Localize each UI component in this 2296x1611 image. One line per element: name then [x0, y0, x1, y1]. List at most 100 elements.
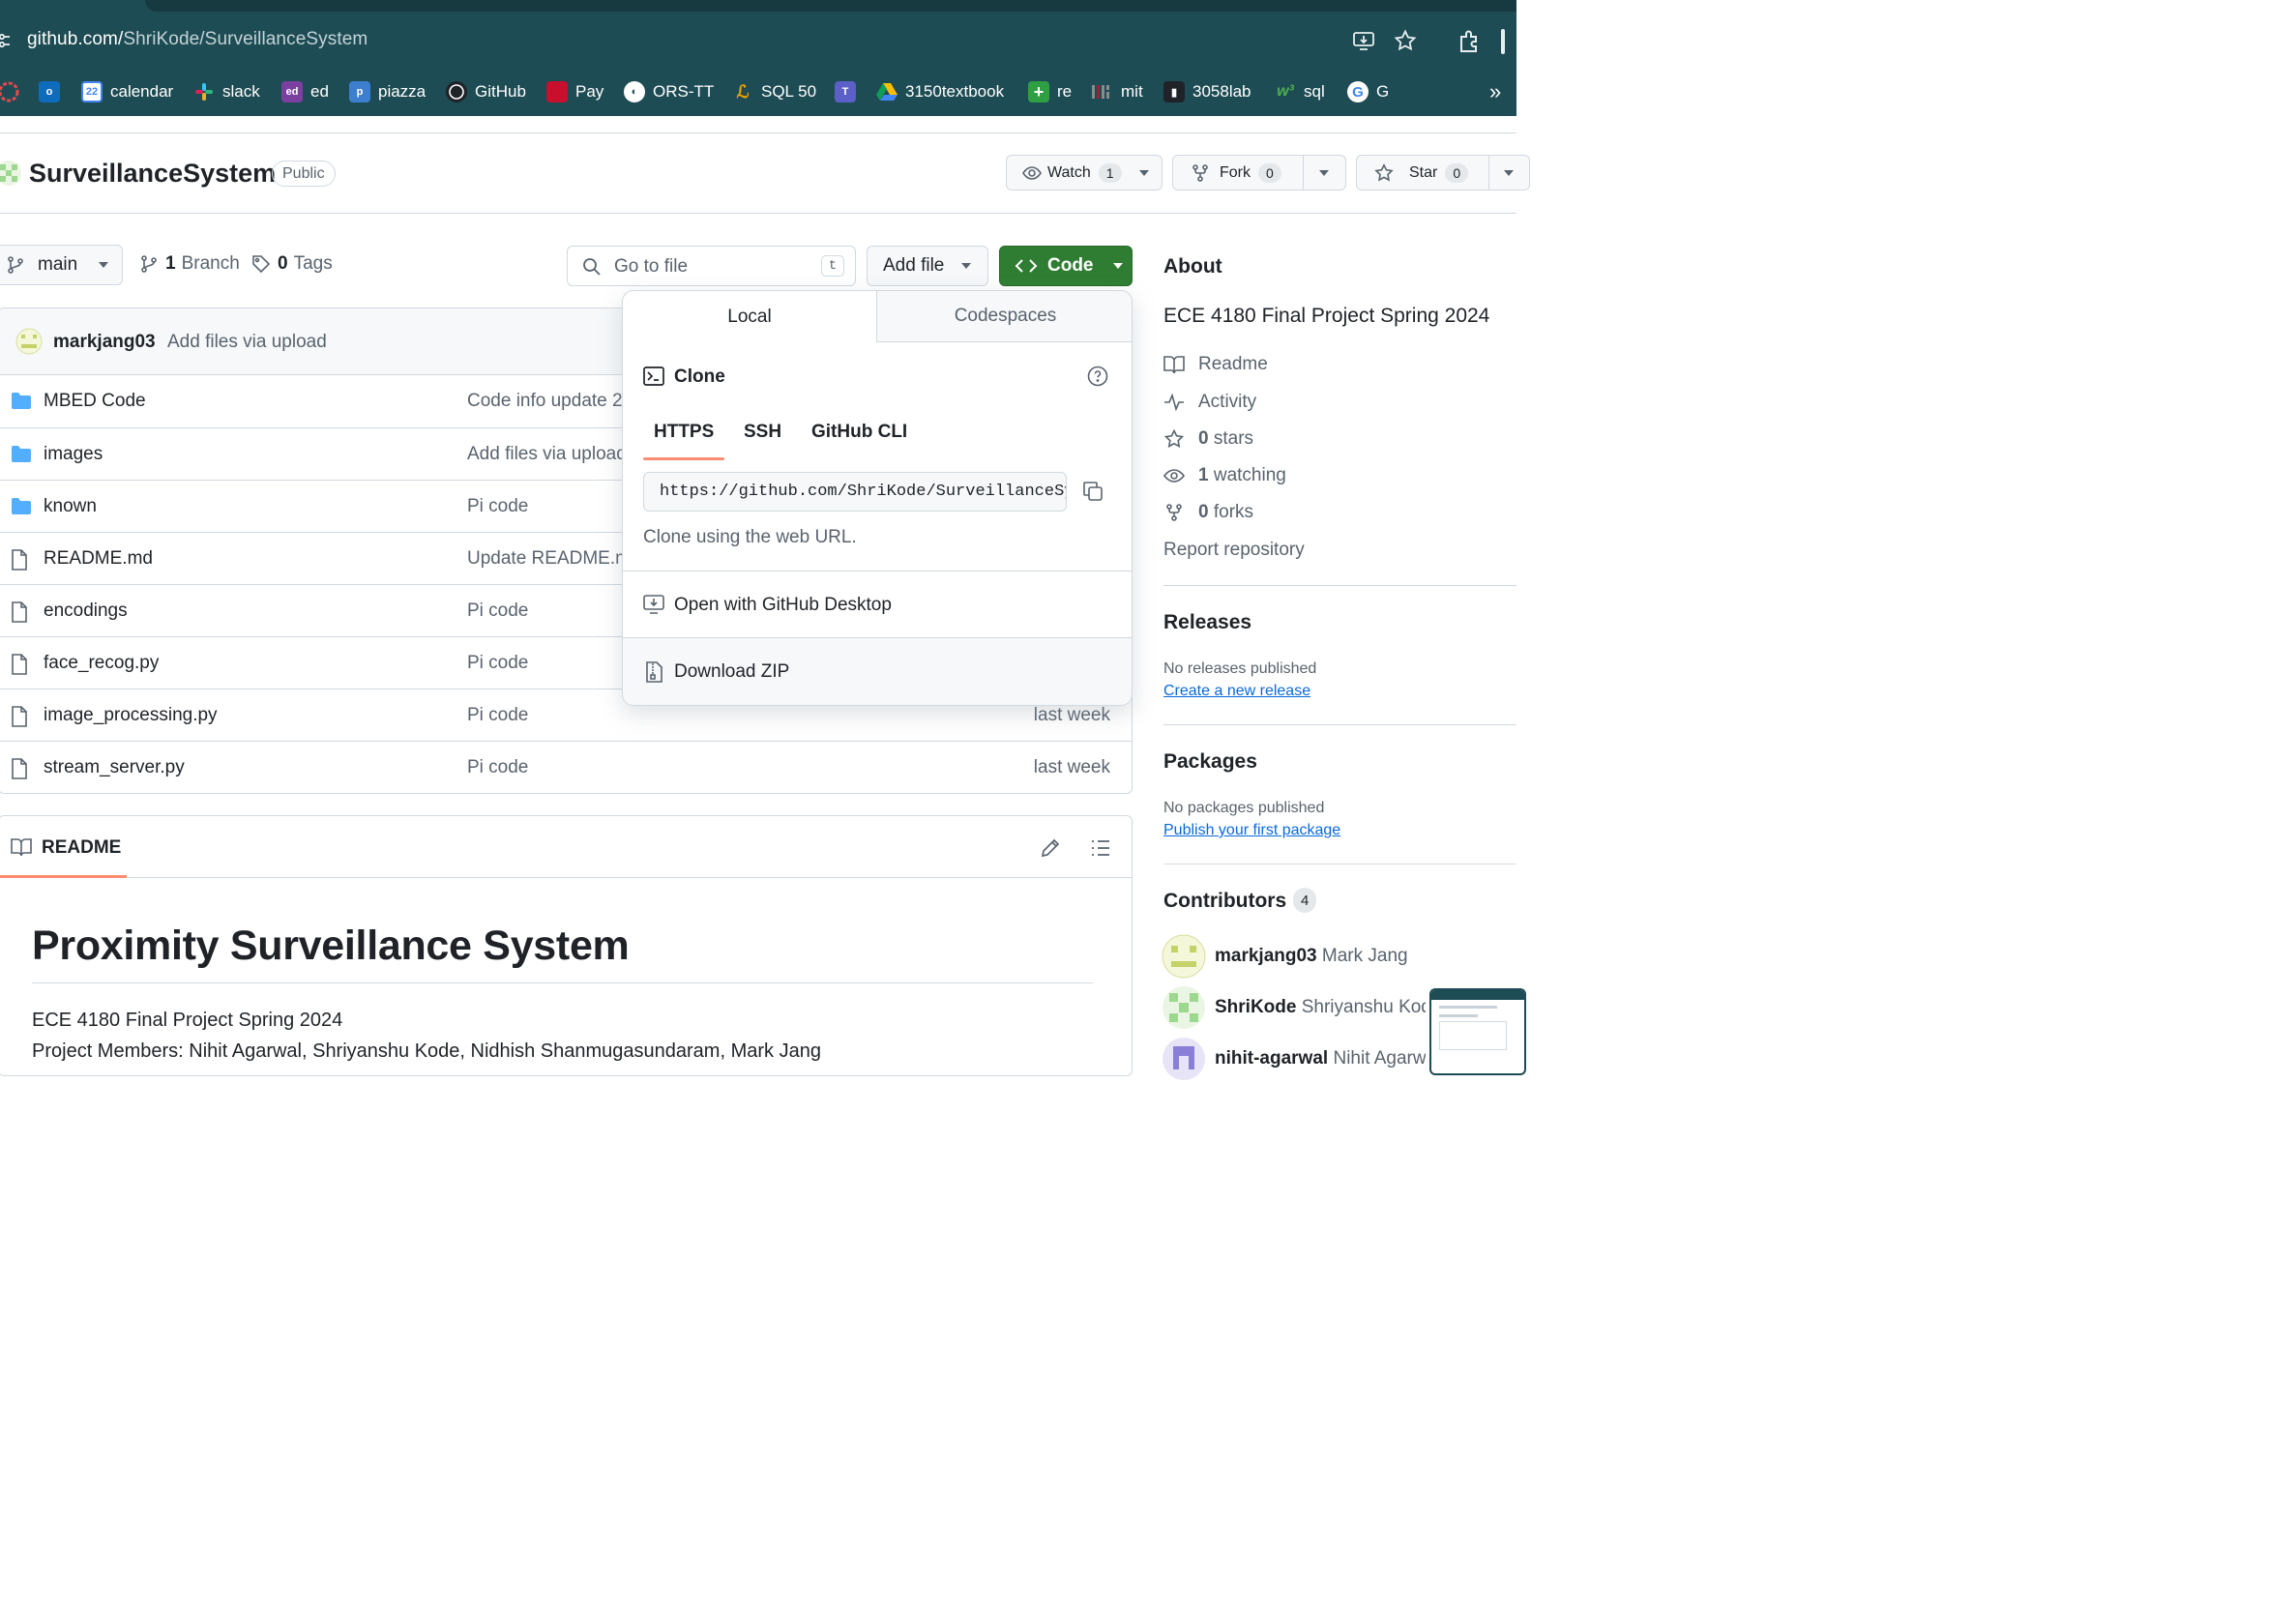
- eye-icon: [1163, 466, 1185, 485]
- contributor-item[interactable]: markjang03 Mark Jang: [1215, 946, 1408, 967]
- avatar[interactable]: [1162, 1037, 1206, 1081]
- commit-message[interactable]: Pi code: [467, 757, 528, 778]
- watching-link[interactable]: 1 watching: [1163, 465, 1286, 486]
- protocol-tab-https[interactable]: HTTPS: [654, 422, 714, 443]
- commit-author[interactable]: markjang03: [53, 332, 156, 353]
- commit-message[interactable]: Pi code: [467, 600, 528, 622]
- readme-link[interactable]: Readme: [1163, 354, 1268, 375]
- url-host: github.com/: [27, 29, 124, 49]
- file-name[interactable]: known: [44, 496, 97, 517]
- bookmark-star-icon[interactable]: [1394, 29, 1419, 54]
- code-button[interactable]: Code: [999, 246, 1133, 286]
- bookmark-3150textbook[interactable]: 3150textbook: [876, 81, 1004, 103]
- pencil-icon[interactable]: [1040, 837, 1061, 859]
- commit-message[interactable]: Update README.m: [467, 548, 631, 570]
- star-button[interactable]: Star 0: [1356, 155, 1530, 190]
- avatar[interactable]: [1162, 985, 1206, 1030]
- copy-icon[interactable]: [1082, 481, 1104, 502]
- bookmark-google[interactable]: G G: [1347, 81, 1389, 103]
- bookmark-outlook[interactable]: o: [39, 81, 60, 103]
- star-icon: [1374, 162, 1394, 183]
- clone-url-field[interactable]: https://github.com/ShriKode/Surveillance…: [643, 472, 1067, 512]
- download-zip-menu-item[interactable]: Download ZIP: [623, 638, 1132, 705]
- file-name[interactable]: MBED Code: [44, 391, 146, 412]
- report-repository-link[interactable]: Report repository: [1163, 540, 1305, 561]
- bookmark-ors-tt[interactable]: ◐ ORS-TT: [624, 81, 714, 103]
- forks-link[interactable]: 0 forks: [1163, 502, 1253, 523]
- star-count: 0: [1445, 162, 1469, 183]
- more-bookmarks-button[interactable]: »: [1489, 79, 1501, 103]
- activity-link[interactable]: Activity: [1163, 392, 1256, 413]
- commit-message[interactable]: Pi code: [467, 653, 528, 674]
- commit-message[interactable]: Pi code: [467, 705, 528, 726]
- bookmark-calendar[interactable]: 22 calendar: [81, 81, 173, 103]
- bookmark-mit[interactable]: mit: [1092, 81, 1143, 103]
- protocol-tab-ssh[interactable]: SSH: [744, 422, 781, 443]
- tab-local[interactable]: Local: [623, 291, 877, 342]
- commit-message[interactable]: Pi code: [467, 496, 528, 517]
- bookmark-ed[interactable]: ed ed: [281, 81, 329, 103]
- bookmark-sql[interactable]: w³ sql: [1275, 81, 1325, 103]
- site-info-icon[interactable]: [0, 31, 10, 50]
- commit-message[interactable]: Add files via upload: [467, 444, 627, 465]
- author-avatar[interactable]: [15, 328, 43, 355]
- branch-select-button[interactable]: main: [0, 245, 123, 285]
- file-name[interactable]: face_recog.py: [44, 653, 159, 674]
- repo-owner-avatar[interactable]: [0, 161, 21, 186]
- branches-count: 1: [165, 253, 176, 274]
- bookmark-github[interactable]: GitHub: [446, 81, 526, 103]
- tags-link[interactable]: 0 Tags: [251, 253, 333, 275]
- create-release-link[interactable]: Create a new release: [1163, 683, 1310, 700]
- fork-button[interactable]: Fork 0: [1172, 155, 1346, 190]
- add-file-button[interactable]: Add file: [867, 246, 988, 286]
- readme-line-2: Project Members: Nihit Agarwal, Shriyans…: [32, 1040, 821, 1062]
- extensions-icon[interactable]: [1457, 29, 1483, 54]
- protocol-tab-cli[interactable]: GitHub CLI: [811, 422, 907, 443]
- bookmark-sql50[interactable]: ℒ SQL 50: [732, 81, 817, 103]
- contributors-title[interactable]: Contributors: [1163, 890, 1286, 913]
- outline-list-icon[interactable]: [1090, 837, 1111, 859]
- publish-package-link[interactable]: Publish your first package: [1163, 822, 1340, 839]
- open-desktop-menu-item[interactable]: Open with GitHub Desktop: [623, 571, 1132, 637]
- watch-label: Watch: [1047, 163, 1091, 181]
- branches-link[interactable]: 1 Branch: [140, 253, 240, 275]
- address-bar[interactable]: github.com/ShriKode/SurveillanceSystem: [27, 29, 368, 50]
- releases-title[interactable]: Releases: [1163, 611, 1251, 634]
- commit-message[interactable]: Add files via upload: [167, 332, 327, 353]
- bookmark-pay[interactable]: Pay: [546, 81, 603, 103]
- thumbnail-line: [1439, 1006, 1497, 1009]
- bookmark-3058lab[interactable]: ▮ 3058lab: [1163, 81, 1251, 103]
- help-icon[interactable]: [1087, 366, 1108, 387]
- file-name[interactable]: README.md: [44, 548, 153, 570]
- watch-button[interactable]: Watch 1: [1006, 155, 1163, 190]
- repo-name[interactable]: SurveillanceSystem: [29, 159, 276, 189]
- contributor-login: markjang03: [1215, 946, 1317, 966]
- open-desktop-label: Open with GitHub Desktop: [674, 595, 892, 615]
- commit-message[interactable]: Code info update 2: [467, 391, 623, 412]
- tab-codespaces[interactable]: Codespaces: [877, 291, 1132, 342]
- go-to-file-input[interactable]: Go to file t: [567, 246, 856, 286]
- active-tab-underline: [0, 875, 127, 878]
- contributor-item[interactable]: nihit-agarwal Nihit Agarw: [1215, 1048, 1426, 1069]
- screenshot-thumbnail[interactable]: [1429, 988, 1526, 1075]
- file-name[interactable]: images: [44, 444, 103, 465]
- file-name[interactable]: image_processing.py: [44, 705, 218, 726]
- readme-tab[interactable]: README: [42, 837, 121, 859]
- file-name[interactable]: encodings: [44, 600, 128, 622]
- avatar[interactable]: [1162, 934, 1206, 979]
- about-description: ECE 4180 Final Project Spring 2024: [1163, 305, 1490, 327]
- packages-title[interactable]: Packages: [1163, 750, 1257, 774]
- stars-link[interactable]: 0 stars: [1163, 428, 1253, 450]
- bookmark-slack[interactable]: slack: [193, 81, 260, 103]
- table-row[interactable]: stream_server.py Pi code last week: [0, 741, 1132, 793]
- bookmark-re[interactable]: + re: [1028, 81, 1072, 103]
- url-path: ShriKode/SurveillanceSystem: [123, 29, 368, 49]
- bookmark-piazza[interactable]: p piazza: [349, 81, 426, 103]
- chevron-down-icon: [1504, 170, 1514, 176]
- bookmark-teams[interactable]: T: [835, 81, 856, 103]
- file-name[interactable]: stream_server.py: [44, 757, 185, 778]
- install-app-icon[interactable]: [1352, 29, 1377, 54]
- calendar-icon: 22: [81, 81, 103, 103]
- contributor-item[interactable]: ShriKode Shriyanshu Kod: [1215, 997, 1426, 1018]
- bookmark-opera[interactable]: [0, 81, 19, 103]
